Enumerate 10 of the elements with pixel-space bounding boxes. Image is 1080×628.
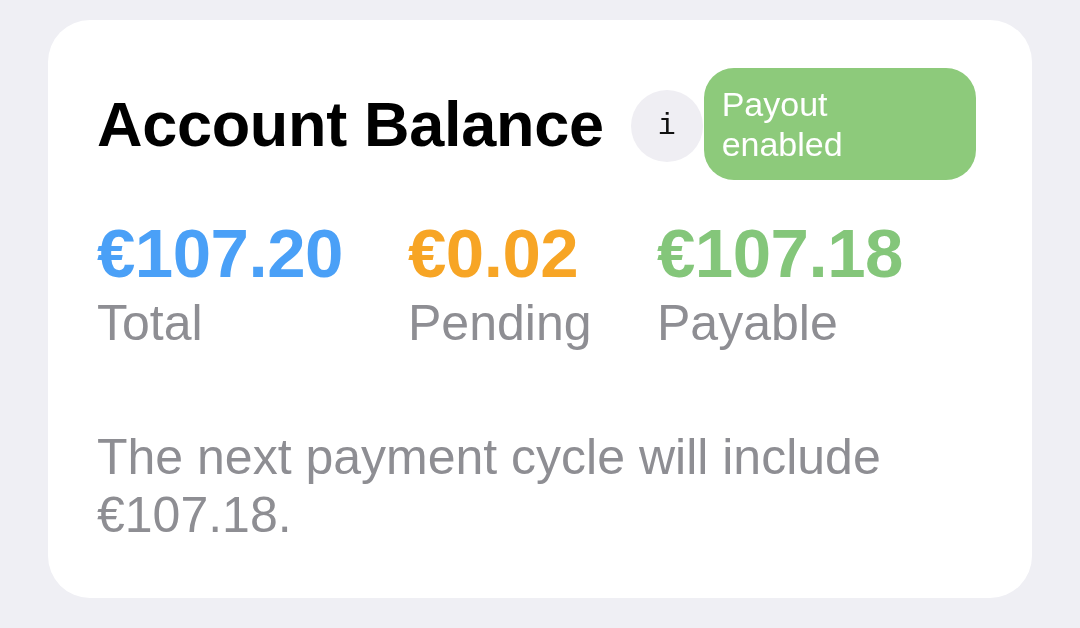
amount-label: Payable — [657, 295, 838, 351]
amount-value: €107.18 — [657, 216, 903, 292]
amount-value: €0.02 — [408, 216, 579, 292]
status-badge: Payout enabled — [703, 68, 976, 180]
info-button[interactable]: i — [630, 90, 703, 162]
amount-label: Total — [97, 295, 203, 351]
amount-value: €107.20 — [97, 216, 343, 292]
amount-label: Pending — [408, 295, 592, 351]
card-title: Account Balance — [97, 88, 604, 160]
payment-note: The next payment cycle will include €107.18. — [97, 428, 882, 544]
